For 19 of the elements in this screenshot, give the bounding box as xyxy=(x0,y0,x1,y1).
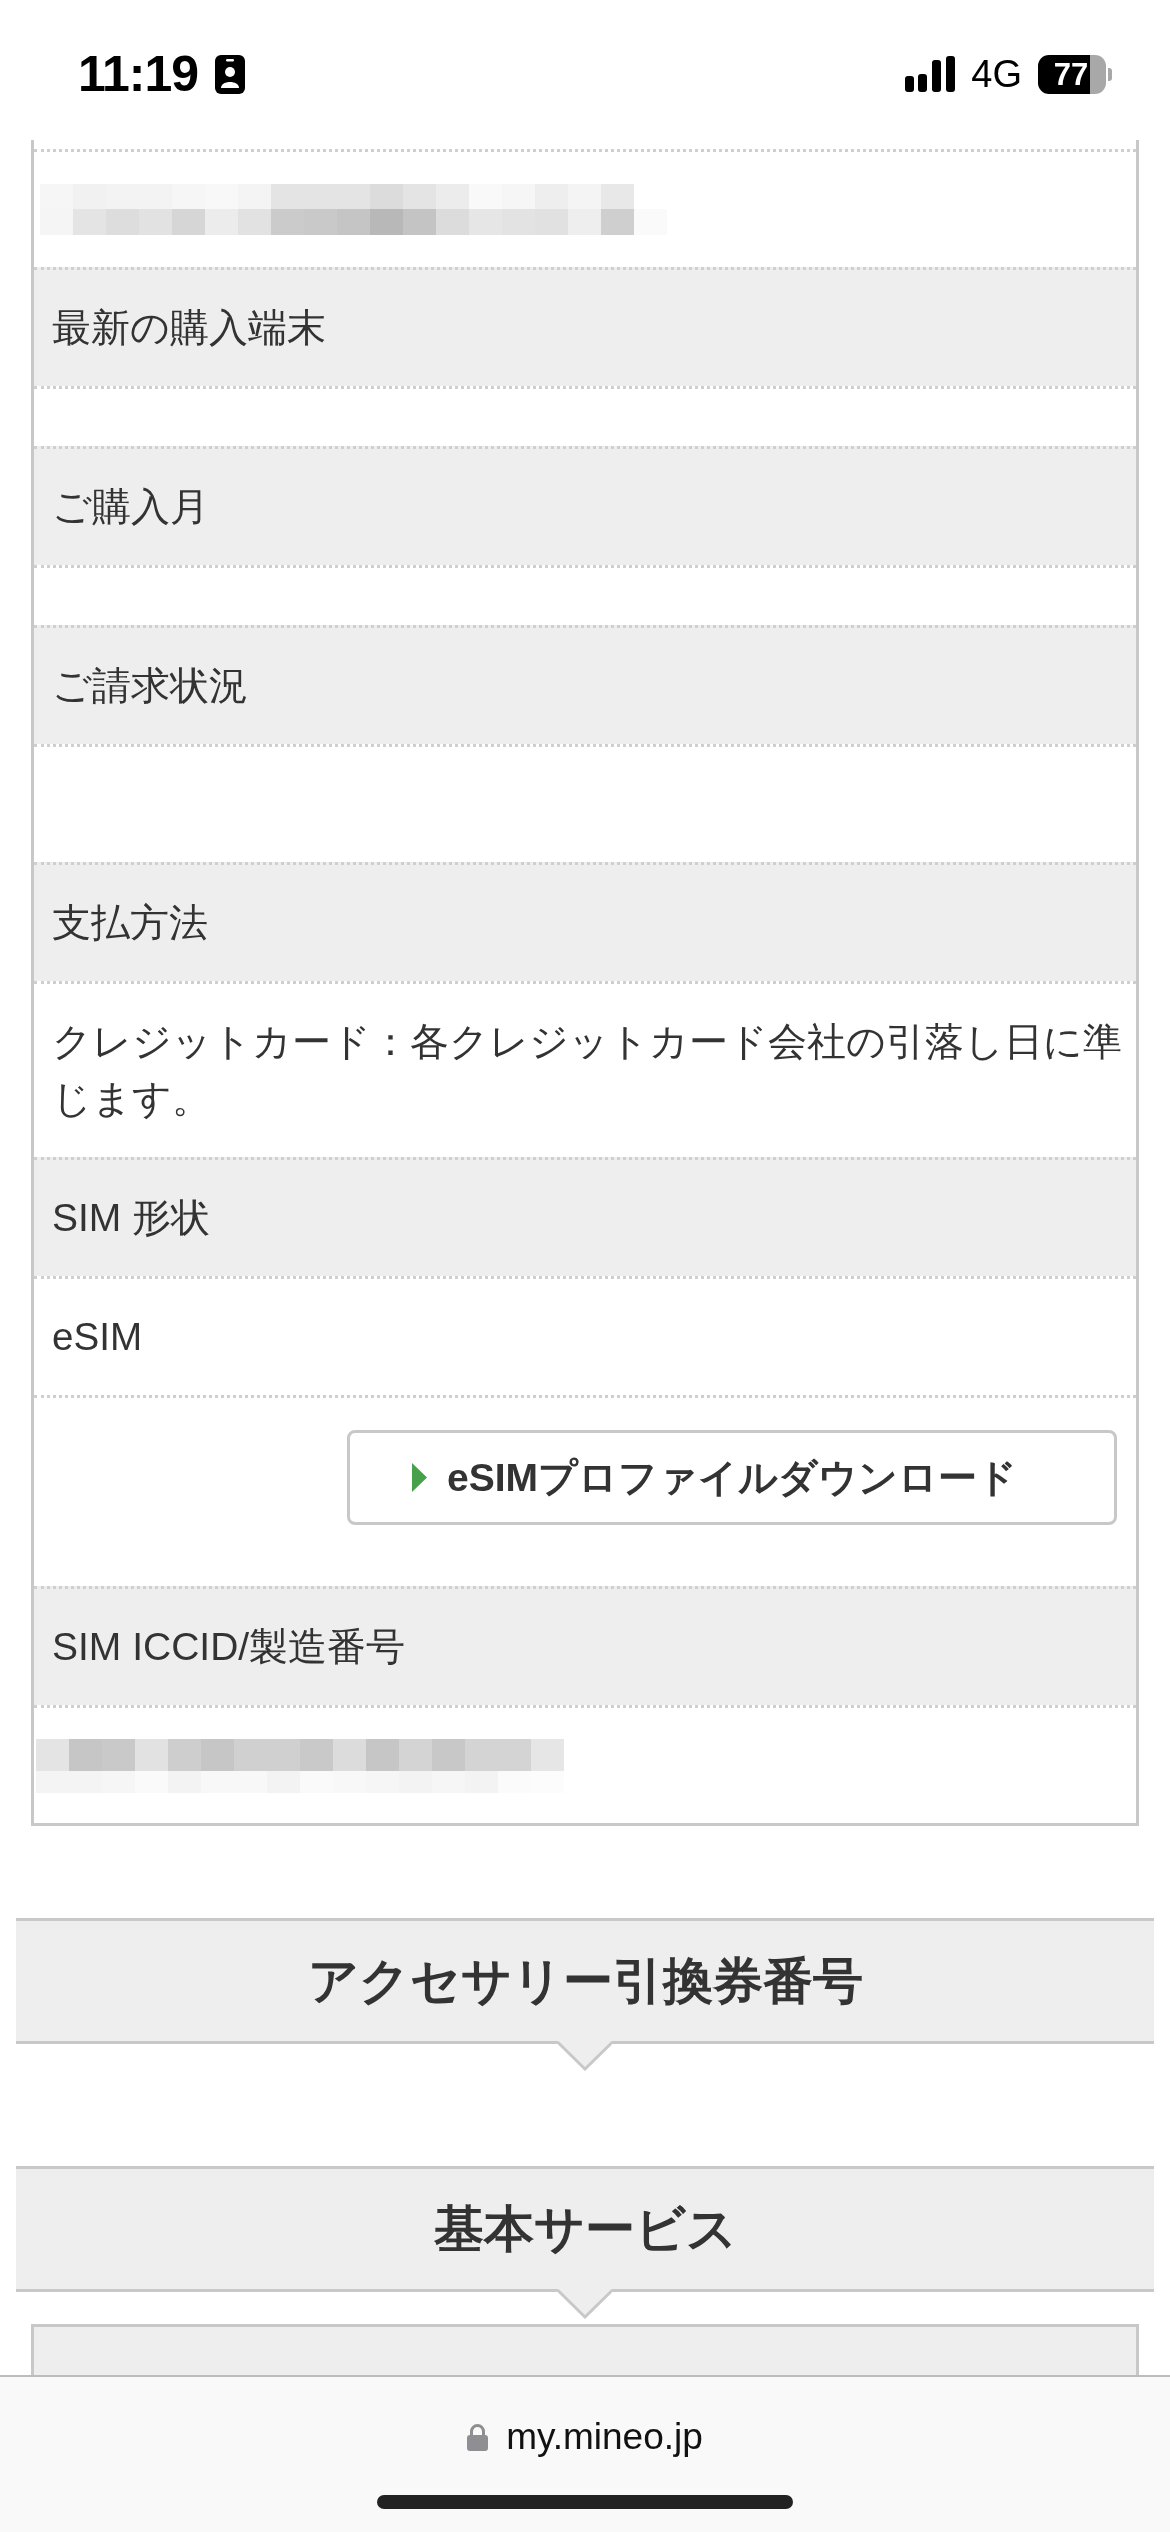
signal-icon xyxy=(905,56,956,92)
lock-icon xyxy=(467,2423,489,2451)
field-label: ご請求状況 xyxy=(34,625,1136,744)
triangle-icon xyxy=(412,1463,427,1492)
field-label: SIM 形状 xyxy=(34,1157,1136,1276)
address-text[interactable]: my.mineo.jp xyxy=(506,2415,703,2459)
field-label: 最新の購入端末 xyxy=(34,267,1136,386)
network-type: 4G xyxy=(971,52,1022,96)
download-button[interactable]: eSIMプロファイルダウンロード xyxy=(347,1430,1117,1525)
pointer-triangle-icon xyxy=(558,2041,612,2071)
section-header: 基本サービス xyxy=(16,2166,1154,2292)
section-header: アクセサリー引換券番号 xyxy=(16,1918,1154,2044)
pointer-triangle-icon xyxy=(558,2289,612,2319)
person-badge-icon xyxy=(215,54,246,94)
status-time: 11:19 xyxy=(78,45,199,104)
field-label: 支払方法 xyxy=(34,862,1136,981)
battery-indicator: 77 xyxy=(1038,54,1112,94)
field-label: SIM ICCID/製造番号 xyxy=(34,1586,1136,1705)
field-label: ご購入月 xyxy=(34,446,1136,565)
